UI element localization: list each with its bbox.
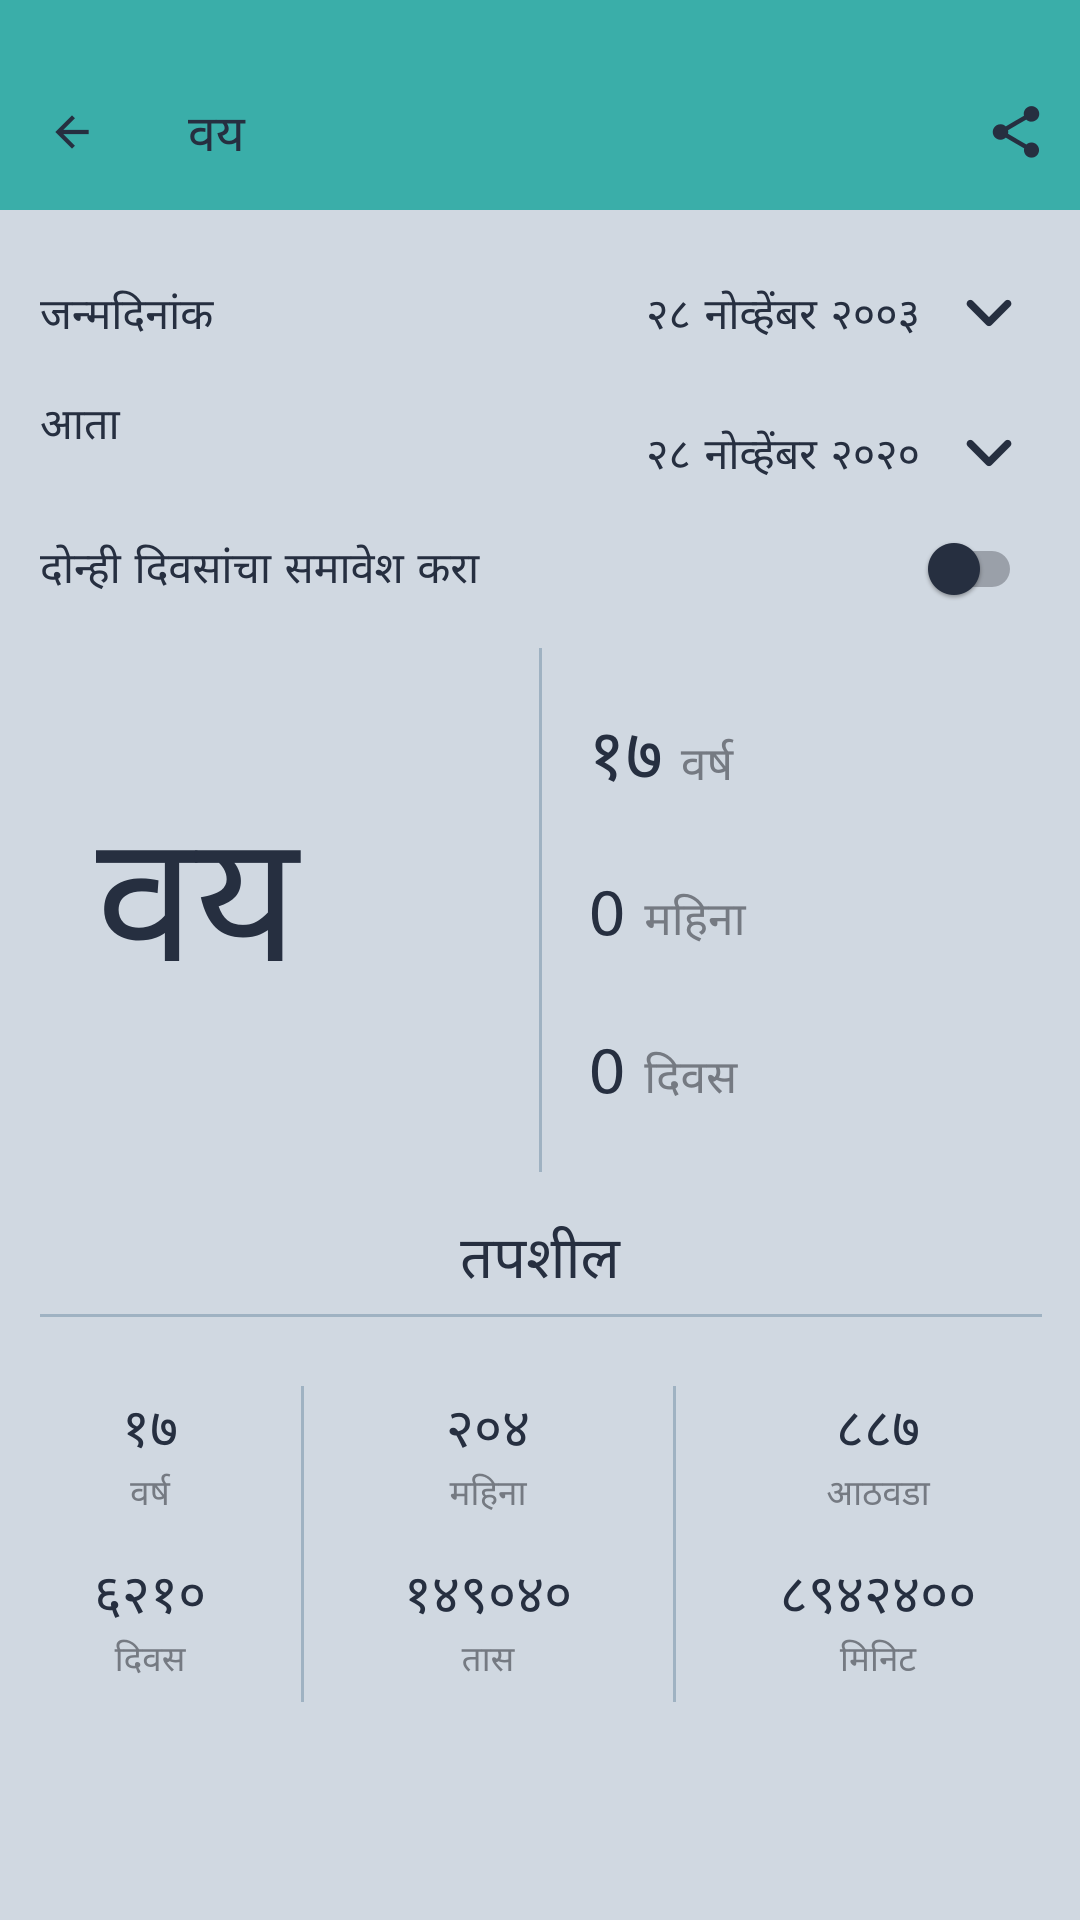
details-cell: ८८७ आठवडा: [676, 1396, 1080, 1516]
details-unit: महिना: [449, 1474, 527, 1514]
details-unit: दिवस: [114, 1640, 186, 1680]
age-years-unit: वर्ष: [680, 737, 734, 791]
details-cell: १४९०४० तास: [304, 1562, 672, 1682]
details-value: १४९०४०: [403, 1563, 573, 1626]
age-heading: वय: [96, 796, 299, 1003]
age-days-unit: दिवस: [644, 1050, 738, 1104]
now-value[interactable]: २८ नोव्हेंबर २०२०: [646, 428, 920, 482]
page-title: वय: [188, 105, 245, 163]
details-divider: [40, 1314, 1042, 1317]
age-months-value: 0: [588, 880, 627, 950]
details-unit: आठवडा: [826, 1474, 930, 1514]
include-both-days-label: दोन्ही दिवसांचा समावेश करा: [40, 544, 480, 594]
age-years: १७ वर्ष: [588, 712, 733, 798]
toggle-thumb: [928, 543, 980, 595]
details-cell: ८९४२४०० मिनिट: [676, 1562, 1080, 1682]
chevron-down-icon: [966, 439, 1012, 467]
include-both-days-toggle[interactable]: [926, 540, 1012, 600]
back-button[interactable]: [30, 90, 114, 174]
details-value: ८८७: [835, 1397, 921, 1460]
details-cell: ६२१० दिवस: [0, 1562, 300, 1682]
age-days-value: 0: [588, 1038, 627, 1108]
details-unit: मिनिट: [839, 1640, 917, 1680]
details-value: ६२१०: [93, 1563, 207, 1626]
share-icon: [992, 106, 1040, 158]
birthdate-value[interactable]: २८ नोव्हेंबर २००३: [646, 288, 920, 342]
birthdate-dropdown[interactable]: [958, 282, 1020, 344]
app-bar: वय: [0, 0, 1080, 210]
details-value: २०४: [445, 1397, 531, 1460]
now-dropdown[interactable]: [958, 422, 1020, 484]
age-months-unit: महिना: [644, 892, 746, 946]
birthdate-label: जन्मदिनांक: [40, 290, 214, 340]
details-cell: २०४ महिना: [304, 1396, 672, 1516]
age-days: 0 दिवस: [588, 1030, 737, 1116]
details-unit: वर्ष: [130, 1474, 170, 1514]
details-value: ८९४२४००: [779, 1563, 977, 1626]
share-button[interactable]: [974, 90, 1058, 174]
arrow-back-icon: [55, 115, 89, 149]
summary-divider: [539, 648, 542, 1172]
age-years-value: १७: [588, 713, 663, 797]
age-months: 0 महिना: [588, 872, 745, 958]
now-label: आता: [40, 400, 120, 450]
details-unit: तास: [461, 1640, 515, 1680]
details-cell: १७ वर्ष: [0, 1396, 300, 1516]
details-value: १७: [121, 1397, 179, 1460]
details-title: तपशील: [460, 1224, 620, 1292]
chevron-down-icon: [966, 299, 1012, 327]
